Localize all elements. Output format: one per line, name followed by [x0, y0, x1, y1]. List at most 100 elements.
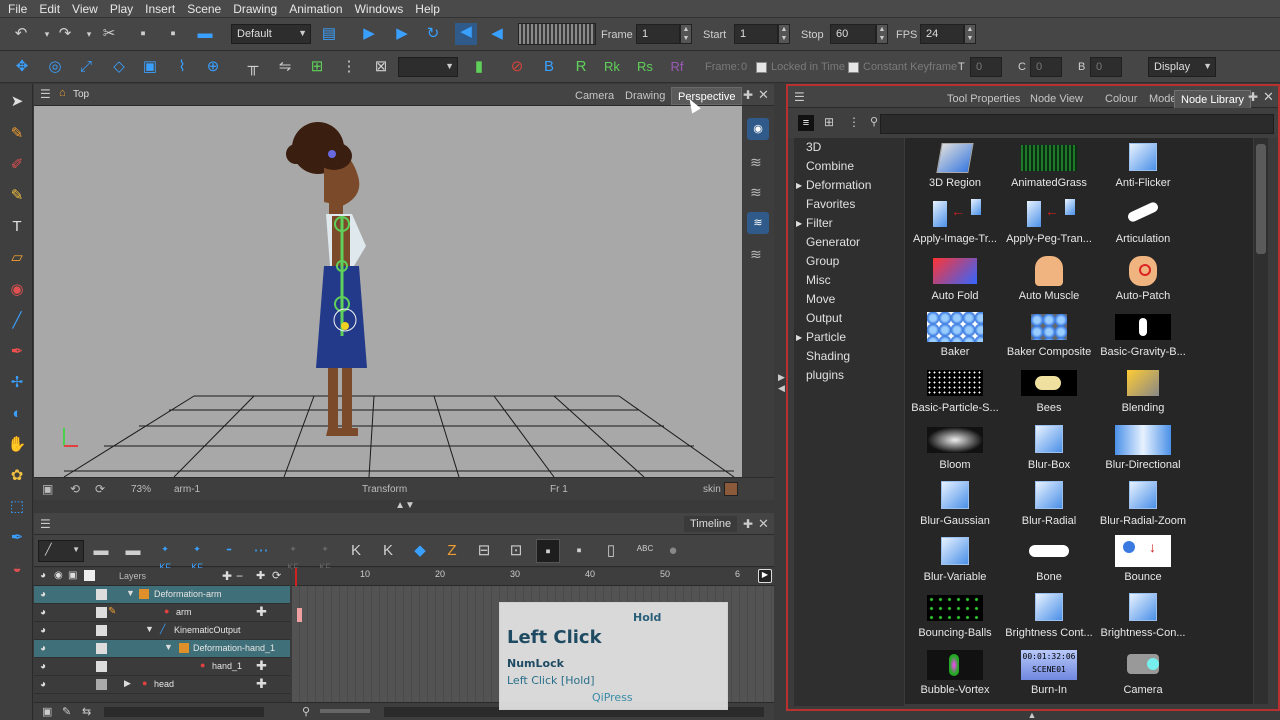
add-peg-icon[interactable]: ✚ [256, 569, 265, 582]
close-icon[interactable]: ✕ [758, 87, 769, 103]
folder-icon[interactable]: ▬ [92, 542, 110, 560]
rotate-view-icon[interactable]: ⟳ [95, 482, 105, 496]
menu-file[interactable]: File [4, 2, 35, 16]
rename-icon[interactable]: ABC [632, 540, 658, 558]
select-icon[interactable]: ➤ [7, 92, 27, 112]
workspace-manager-icon[interactable]: ▤ [320, 25, 338, 43]
play-icon[interactable]: ▶ [360, 25, 378, 43]
envelope-icon[interactable]: ✒ [7, 528, 27, 548]
add-icon[interactable]: ✚ [256, 676, 267, 692]
tools-icon[interactable]: ✎ [62, 705, 71, 718]
menu-play[interactable]: Play [106, 2, 141, 16]
perspective-viewport[interactable] [34, 106, 742, 477]
pivot-icon[interactable]: ✢ [7, 373, 27, 393]
paint-icon[interactable]: ◉ [7, 280, 27, 300]
character[interactable] [286, 122, 367, 436]
fps-spinner[interactable]: ▲ ▼ [964, 24, 976, 44]
category-item[interactable]: Favorites [794, 195, 904, 214]
spline-offset-icon[interactable]: ⌇ [173, 58, 191, 76]
motion-icon[interactable]: ⊕ [204, 58, 222, 76]
list-view-icon[interactable]: ≡ [798, 115, 814, 131]
layer-checkbox[interactable] [96, 643, 107, 654]
category-item[interactable]: plugins [794, 366, 904, 385]
start-spinner[interactable]: ▲ ▼ [778, 24, 790, 44]
add-view-icon[interactable]: ✚ [743, 88, 753, 102]
layer-row[interactable]: ◕ ● hand_1 ✚ [34, 658, 290, 676]
continuity-field[interactable]: 0 [1030, 57, 1062, 77]
copy-icon[interactable]: ▪ [134, 25, 152, 43]
rk-icon[interactable]: Rk [603, 58, 621, 76]
node-item[interactable]: Camera [1087, 648, 1199, 704]
b-icon[interactable]: B [540, 58, 558, 76]
menu-drawing[interactable]: Drawing [229, 2, 285, 16]
tab-perspective[interactable]: Perspective [671, 87, 743, 105]
rs-icon[interactable]: Rs [636, 58, 654, 76]
folder-open-icon[interactable]: ▬ [124, 542, 142, 560]
reset-view-icon[interactable]: ⟲ [70, 482, 80, 496]
fps-field[interactable]: 24 [920, 24, 964, 44]
layer-row[interactable]: ◕ ▶ ● head ✚ [34, 676, 290, 694]
eye-icon[interactable]: ◉ [747, 118, 769, 140]
visibility-icon[interactable]: ◕ [40, 643, 46, 654]
menu-view[interactable]: View [68, 2, 106, 16]
layer-row[interactable]: ◕ ✎ ● arm ✚ [34, 604, 290, 622]
collapse-icon[interactable]: ▲ [1020, 710, 1044, 720]
line-icon[interactable]: ╱ [7, 311, 27, 331]
remove-keyframe-icon[interactable]: ✦ KF [188, 540, 206, 572]
r-icon[interactable]: R [572, 58, 590, 76]
tension-field[interactable]: 0 [970, 57, 1002, 77]
node-item[interactable]: Auto-Patch [1087, 254, 1199, 310]
filter-icon[interactable]: ⋮ [848, 115, 860, 129]
node-item[interactable]: Blending [1087, 366, 1199, 422]
layer-row[interactable]: ◕ ▼ Deformation-arm [34, 586, 290, 604]
category-item[interactable]: Combine [794, 157, 904, 176]
node-scrollbar[interactable] [1254, 138, 1268, 704]
hand-icon[interactable]: ✋ [7, 435, 27, 455]
layer-row[interactable]: ◕ ▼ ╱ KinematicOutput [34, 622, 290, 640]
category-item[interactable]: ▶ Particle [794, 328, 904, 347]
menu-edit[interactable]: Edit [35, 2, 68, 16]
chevron-down-icon[interactable]: ▾ [38, 25, 56, 43]
frame-spinner[interactable]: ▲ ▼ [680, 24, 692, 44]
playhead-lock-icon[interactable]: ▶ [758, 569, 772, 583]
layers-active-icon[interactable]: ≋ [747, 212, 769, 234]
chevron-down-icon[interactable]: ▾ [80, 25, 98, 43]
color-swatch[interactable] [724, 482, 738, 496]
stop-spinner[interactable]: ▲ ▼ [876, 24, 888, 44]
add-view-icon[interactable]: ✚ [743, 517, 753, 531]
rotate-icon[interactable]: ◎ [46, 58, 64, 76]
cutter-icon[interactable]: ▱ [7, 248, 27, 268]
scrollbar-thumb[interactable] [1256, 144, 1266, 254]
menu-help[interactable]: Help [411, 2, 448, 16]
maintain-size-icon[interactable]: ▣ [141, 58, 159, 76]
expand-arrow-icon[interactable]: ▼ [164, 642, 173, 652]
visibility-icon[interactable]: ◕ [40, 661, 46, 672]
splitter-handle[interactable]: ▶ ◀ [778, 372, 786, 422]
node-item[interactable]: Blur-Directional [1087, 423, 1199, 479]
bias-field[interactable]: 0 [1090, 57, 1122, 77]
close-icon[interactable]: ✕ [758, 516, 769, 532]
extend-icon[interactable]: ⊟ [475, 542, 493, 560]
category-item[interactable]: Shading [794, 347, 904, 366]
reset-icon[interactable]: ⊘ [508, 58, 526, 76]
add-layer-icon[interactable]: ✚ [222, 569, 232, 583]
text-icon[interactable]: T [7, 217, 27, 237]
search-icon[interactable]: ⚲ [870, 115, 878, 128]
onion-skin-icon[interactable]: ▪ [536, 539, 560, 563]
blank-drawing-icon[interactable]: ▯ [602, 542, 620, 560]
frame-ruler[interactable]: 10 20 30 40 50 6 ▶ [292, 568, 774, 586]
frame-marker-icon[interactable]: ▪ [570, 542, 588, 560]
scale-icon[interactable]: ⤢ [77, 58, 95, 76]
ink-icon[interactable]: ◒ [7, 559, 27, 579]
visibility-all-icon[interactable]: ◕ [40, 570, 46, 581]
category-item[interactable]: Generator [794, 233, 904, 252]
tab-node-library[interactable]: Node Library [1174, 90, 1251, 108]
cut-icon[interactable]: ✂ [100, 25, 118, 43]
arrow-left-right-icon[interactable]: ⇆ [82, 705, 91, 718]
constant-keyframe-checkbox[interactable] [848, 62, 859, 73]
expand-arrow-icon[interactable]: ▶ [796, 328, 802, 347]
brush-icon[interactable]: ✎ [7, 124, 27, 144]
layer-row[interactable]: ◕ ▼ Deformation-hand_1 [34, 640, 290, 658]
menu-icon[interactable]: ☰ [794, 90, 805, 104]
remove-layer-icon[interactable]: − [236, 569, 243, 583]
